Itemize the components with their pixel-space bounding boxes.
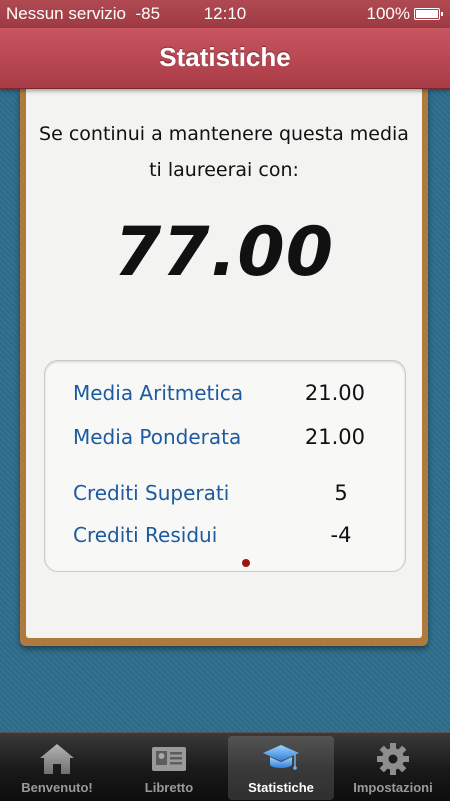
- gear-icon: [340, 741, 446, 777]
- stat-row-media-ponderata: Media Ponderata 21.00: [45, 425, 405, 459]
- tab-label: Benvenuto!: [21, 780, 93, 795]
- tab-libretto[interactable]: Libretto: [116, 736, 222, 800]
- tab-label: Statistiche: [248, 780, 314, 795]
- tab-label: Impostazioni: [353, 780, 433, 795]
- stat-row-media-aritmetica: Media Aritmetica 21.00: [45, 381, 405, 415]
- tab-bar: Benvenuto! Libretto Statistiche Impostaz…: [0, 732, 450, 801]
- id-card-icon: [116, 741, 222, 777]
- stat-value: 21.00: [304, 381, 365, 405]
- status-bar: Nessun servizio -85 12:10 100%: [0, 0, 450, 28]
- navigation-bar: Statistiche: [0, 28, 450, 89]
- stat-label: Crediti Superati: [73, 481, 230, 505]
- home-icon: [4, 741, 110, 777]
- stat-value: 5: [334, 481, 348, 505]
- predicted-grade: 77.00: [113, 213, 335, 292]
- tab-benvenuto[interactable]: Benvenuto!: [4, 736, 110, 800]
- stat-row-crediti-superati: Crediti Superati 5: [45, 481, 405, 515]
- battery-icon: [414, 8, 443, 20]
- stat-value: 21.00: [304, 425, 365, 449]
- tab-impostazioni[interactable]: Impostazioni: [340, 736, 446, 800]
- prediction-line-1: Se continui a mantenere questa media: [39, 123, 409, 145]
- tab-statistiche[interactable]: Statistiche: [228, 736, 334, 800]
- prediction-line-2: ti laureerai con:: [149, 159, 299, 181]
- clipboard-board: Se continui a mantenere questa media ti …: [20, 88, 428, 646]
- graduation-cap-icon: [228, 741, 334, 777]
- tab-label: Libretto: [144, 780, 194, 795]
- stat-label: Crediti Residui: [73, 523, 218, 547]
- stat-value: -4: [330, 523, 352, 547]
- battery-indicator: 100%: [367, 4, 443, 24]
- stats-paper: Se continui a mantenere questa media ti …: [26, 88, 422, 638]
- red-dot-marker: [242, 559, 250, 567]
- stat-row-crediti-residui: Crediti Residui -4: [45, 523, 405, 557]
- stats-card: Media Aritmetica 21.00 Media Ponderata 2…: [44, 360, 406, 572]
- stat-label: Media Aritmetica: [73, 381, 244, 405]
- page-title: Statistiche: [159, 42, 291, 72]
- stat-label: Media Ponderata: [73, 425, 242, 449]
- prediction-message: Se continui a mantenere questa media ti …: [26, 116, 422, 188]
